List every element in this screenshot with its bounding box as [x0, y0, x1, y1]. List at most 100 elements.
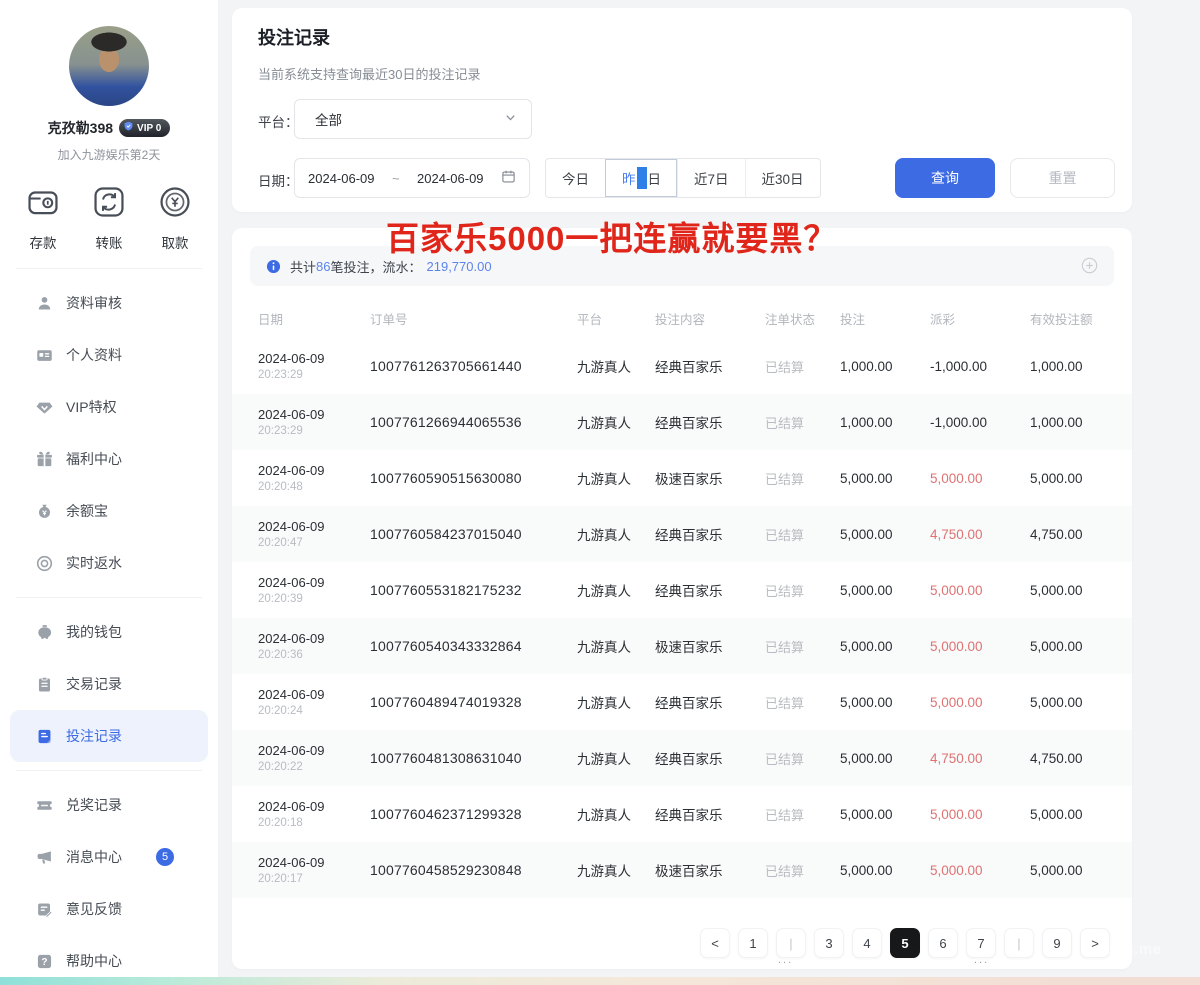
- sidebar-item-label: 实时返水: [66, 553, 122, 573]
- sidebar-item-bet-records[interactable]: 投注记录: [10, 710, 208, 762]
- sidebar-group: 资料审核个人资料VIP特权福利中心余额宝实时返水: [0, 277, 218, 589]
- overflow-dots: ...: [974, 954, 989, 966]
- bet-records-card: 共计 86 笔投注，流水： 219,770.00 日期订单号平台投注内容注单状态…: [232, 228, 1132, 969]
- sidebar-item-yuebao[interactable]: 余额宝: [10, 485, 208, 537]
- quick-action-transfer[interactable]: 转账: [90, 183, 128, 252]
- column-header: 投注: [840, 309, 930, 328]
- sidebar-item-label: 消息中心: [66, 847, 122, 867]
- quick-action-withdraw[interactable]: 取款: [156, 183, 194, 252]
- bet-time: 20:20:39: [258, 593, 370, 605]
- cell-bet-content: 经典百家乐: [655, 412, 765, 432]
- divider: [16, 770, 202, 771]
- audit-icon: [36, 295, 53, 312]
- sidebar-item-welfare[interactable]: 福利中心: [10, 433, 208, 485]
- platform-select[interactable]: 全部: [294, 99, 532, 139]
- quick-actions: 存款转账取款: [0, 183, 218, 252]
- pagination-page-1[interactable]: 1: [738, 928, 768, 958]
- vip-badge: VIP 0: [119, 119, 170, 137]
- sidebar-item-wallet[interactable]: 我的钱包: [10, 606, 208, 658]
- table-row: 2024-06-0920:20:241007760489474019328九游真…: [232, 674, 1132, 730]
- cell-bet-content: 经典百家乐: [655, 524, 765, 544]
- deposit-icon: [24, 183, 62, 226]
- pagination-page-3[interactable]: 3: [814, 928, 844, 958]
- plus-circle-icon[interactable]: [1081, 257, 1098, 274]
- bet-date: 2024-06-09: [258, 351, 370, 366]
- reset-button[interactable]: 重置: [1010, 158, 1115, 198]
- cell-bet-content: 极速百家乐: [655, 636, 765, 656]
- bet-date: 2024-06-09: [258, 799, 370, 814]
- cell-valid-amount: 5,000.00: [1030, 583, 1106, 598]
- table-row: 2024-06-0920:20:481007760590515630080九游真…: [232, 450, 1132, 506]
- notification-badge: 5: [156, 848, 174, 866]
- sidebar-item-help[interactable]: ? 帮助中心: [10, 935, 208, 977]
- quick-action-deposit[interactable]: 存款: [24, 183, 62, 252]
- cell-platform: 九游真人: [577, 692, 655, 712]
- cell-status: 已结算: [765, 805, 840, 824]
- pagination-page-5[interactable]: 5: [890, 928, 920, 958]
- range-last-7-days[interactable]: 近7日: [677, 159, 745, 197]
- withdraw-icon: [156, 183, 194, 226]
- help-icon: ?: [36, 953, 53, 970]
- sidebar-item-label: 福利中心: [66, 449, 122, 469]
- text-cursor: [637, 167, 647, 189]
- bet-date: 2024-06-09: [258, 407, 370, 422]
- range-today[interactable]: 今日: [546, 159, 605, 197]
- sidebar-item-message[interactable]: 消息中心 5: [10, 831, 208, 883]
- pagination-page-9[interactable]: 9: [1042, 928, 1072, 958]
- cell-bet-content: 经典百家乐: [655, 748, 765, 768]
- sidebar-item-label: 我的钱包: [66, 622, 122, 642]
- table-row: 2024-06-0920:23:291007761266944065536九游真…: [232, 394, 1132, 450]
- range-label: 日: [648, 168, 662, 188]
- cell-bet-amount: 1,000.00: [840, 415, 930, 430]
- page-title: 投注记录: [258, 24, 330, 50]
- bet-date: 2024-06-09: [258, 855, 370, 870]
- bet-time: 20:23:29: [258, 369, 370, 381]
- range-yesterday[interactable]: 昨日: [605, 159, 677, 197]
- sidebar-group: 兑奖记录消息中心 5 意见反馈? 帮助中心: [0, 779, 218, 977]
- summary-amount: 219,770.00: [427, 259, 492, 274]
- sidebar-item-vip[interactable]: VIP特权: [10, 381, 208, 433]
- cell-date: 2024-06-0920:20:39: [258, 575, 370, 605]
- divider: [16, 268, 202, 269]
- cell-payout: -1,000.00: [930, 415, 1030, 430]
- bet-time: 20:20:36: [258, 649, 370, 661]
- sidebar-item-profile[interactable]: 个人资料: [10, 329, 208, 381]
- sidebar-item-audit[interactable]: 资料审核: [10, 277, 208, 329]
- avatar[interactable]: [69, 26, 149, 106]
- cell-status: 已结算: [765, 861, 840, 880]
- cell-bet-content: 经典百家乐: [655, 580, 765, 600]
- sidebar-item-label: 意见反馈: [66, 899, 122, 919]
- cell-date: 2024-06-09 20:20:36: [258, 631, 370, 661]
- cell-order-number: 1007761263705661440: [370, 358, 577, 374]
- pagination-page-6[interactable]: 6: [928, 928, 958, 958]
- rebate-icon: [36, 555, 53, 572]
- sidebar-item-rebate[interactable]: 实时返水: [10, 537, 208, 589]
- sidebar-item-redeem[interactable]: 兑奖记录: [10, 779, 208, 831]
- cell-bet-amount: 5,000.00: [840, 863, 930, 878]
- pagination-prev[interactable]: <: [700, 928, 730, 958]
- welfare-icon: [36, 451, 53, 468]
- cell-valid-amount: 5,000.00: [1030, 695, 1106, 710]
- sidebar-item-label: 帮助中心: [66, 951, 122, 971]
- cell-platform: 九游真人: [577, 636, 655, 656]
- sidebar-item-feedback[interactable]: 意见反馈: [10, 883, 208, 935]
- cell-order-number: 1007761266944065536: [370, 414, 577, 430]
- cell-bet-amount: 5,000.00: [840, 751, 930, 766]
- cell-valid-amount: 1,000.00: [1030, 359, 1106, 374]
- cell-bet-content: 极速百家乐: [655, 860, 765, 880]
- bet-date: 2024-06-09: [258, 631, 370, 646]
- table-row: 2024-06-0920:20:221007760481308631040九游真…: [232, 730, 1132, 786]
- date-range-input[interactable]: 2024-06-09 ~ 2024-06-09: [294, 158, 530, 198]
- cell-platform: 九游真人: [577, 580, 655, 600]
- bet-time: 20:20:18: [258, 817, 370, 829]
- table-row: 2024-06-0920:20:471007760584237015040九游真…: [232, 506, 1132, 562]
- cell-order-number: 1007760458529230848: [370, 862, 577, 878]
- date-to-value: 2024-06-09: [417, 171, 484, 186]
- bet-date: 2024-06-09: [258, 743, 370, 758]
- wallet-icon: [36, 624, 53, 641]
- pagination-ellipsis[interactable]: |: [1004, 928, 1034, 958]
- query-button[interactable]: 查询: [895, 158, 995, 198]
- pagination-page-4[interactable]: 4: [852, 928, 882, 958]
- range-last-30-days[interactable]: 近30日: [745, 159, 820, 197]
- sidebar-item-transactions[interactable]: 交易记录: [10, 658, 208, 710]
